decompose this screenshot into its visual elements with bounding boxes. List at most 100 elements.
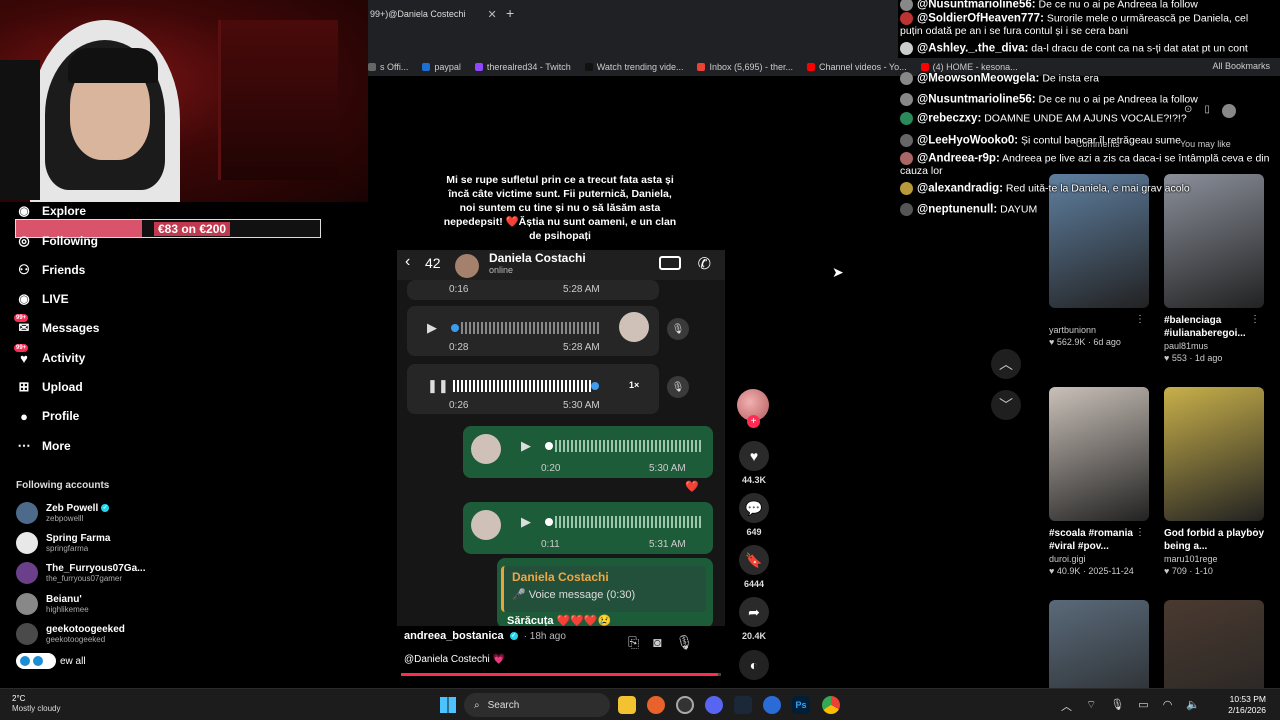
volume-icon[interactable]: 🔈	[1186, 698, 1200, 714]
following-account[interactable]: geekotoogeeked geekotoogeeked	[16, 623, 125, 645]
sidebar-item-activity[interactable]: ♥ 99+ Activity	[14, 344, 85, 366]
sidebar-item-upload[interactable]: ⊞ Upload	[16, 379, 83, 395]
video-call-icon	[659, 256, 681, 270]
microphone-icon[interactable]: 🎙	[1110, 698, 1124, 714]
clock-date: 2/16/2026	[1228, 705, 1266, 715]
address-bar[interactable]	[368, 28, 898, 58]
quoted-message: Daniela Costachi 🎤 Voice message (0:30)	[501, 566, 706, 612]
music-disc[interactable]: ◐	[737, 650, 771, 680]
suggested-video-card[interactable]: #scoala #romania #viral #pov... duroi.gig…	[1049, 387, 1149, 577]
browser-tab[interactable]: 99+)@Daniela Costechi ✕	[368, 4, 498, 24]
obs-icon[interactable]	[676, 696, 694, 714]
windows-start-icon[interactable]	[440, 697, 456, 713]
chat-message: @Ashley._.the_diva: da-l dracu de cont c…	[900, 42, 1272, 55]
following-account[interactable]: Beianu' highlikemee	[16, 593, 89, 615]
sidebar-item-following[interactable]: ◎ Following	[16, 233, 98, 249]
avatar	[16, 562, 38, 584]
chat-message: @alexandradig: Red uită-te la Daniela, e…	[900, 182, 1272, 195]
firefox-icon[interactable]	[647, 696, 665, 714]
bookmark-label: Watch trending vide...	[596, 62, 684, 72]
sidebar-item-more[interactable]: ⋯ More	[16, 438, 71, 454]
new-tab-button[interactable]: +	[506, 5, 514, 21]
close-icon[interactable]: ✕	[487, 8, 496, 21]
taskbar-search[interactable]: ⌕ Search	[464, 693, 610, 717]
captions-icon[interactable]: ⎘	[628, 634, 639, 651]
bookmark-item[interactable]: s Offi...	[368, 62, 408, 72]
sidebar-item-friends[interactable]: ⚇ Friends	[16, 262, 85, 278]
account-handle: the_furryous07gamer	[46, 574, 123, 583]
system-clock[interactable]: 10:53 PM 2/16/2026	[1228, 694, 1266, 716]
chat-username: @MeowsonMeowgela:	[917, 72, 1040, 85]
next-video-button[interactable]: ﹀	[991, 390, 1021, 420]
camera-icon[interactable]: ◙	[653, 634, 661, 651]
account-text: Spring Farma springfarma	[46, 533, 110, 553]
weather-widget[interactable]: 2°C Mostly cloudy	[12, 694, 60, 714]
volume-icon[interactable]: 🎙	[676, 634, 694, 651]
follow-plus-icon[interactable]: +	[747, 415, 760, 428]
chat-text: Și contul bancar îl retrăgeau sume	[1021, 134, 1181, 147]
app-icon[interactable]	[763, 696, 781, 714]
following-account[interactable]: The_Furryous07Ga... the_furryous07gamer	[16, 562, 145, 584]
photoshop-icon[interactable]: Ps	[792, 696, 810, 714]
chrome-icon[interactable]	[822, 696, 840, 714]
more-options-icon[interactable]: ⋮	[1250, 314, 1260, 325]
following-account[interactable]: Zeb Powell ✓ zebpowelll	[16, 502, 110, 524]
bookmark-item[interactable]: Channel videos - Yo...	[807, 62, 907, 72]
sidebar-item-live[interactable]: ◉ LIVE	[16, 291, 68, 307]
chat-username: @LeeHyoWooko0:	[917, 134, 1019, 147]
chevron-up-icon[interactable]: ︿	[1061, 698, 1072, 714]
more-options-icon[interactable]: ⋮	[1135, 527, 1145, 538]
file-explorer-icon[interactable]	[618, 696, 636, 714]
comment-action[interactable]: 💬 649	[737, 493, 771, 537]
bookmark-label: s Offi...	[380, 62, 409, 72]
video-progress-bar[interactable]	[401, 673, 721, 676]
suggested-video-card[interactable]: yartbunionn ♥ 562.9K · 6d ago ⋮	[1049, 174, 1149, 348]
video-author[interactable]: andreea_bostanica	[404, 630, 504, 642]
chat-username: @SoldierOfHeaven777:	[917, 12, 1044, 25]
more-options-icon[interactable]: ⋮	[1135, 314, 1145, 325]
avatar	[16, 502, 38, 524]
video-author-row[interactable]: andreea_bostanica ✓ · 18h ago	[404, 630, 566, 642]
discord-icon[interactable]	[705, 696, 723, 714]
all-bookmarks-button[interactable]: All Bookmarks	[1212, 61, 1270, 71]
chat-username: @Andreea-r9p:	[917, 152, 1000, 165]
reply-message: Daniela Costachi 🎤 Voice message (0:30) …	[497, 558, 713, 626]
sidebar-item-label: Explore	[42, 204, 87, 218]
network-icon[interactable]: ⌔	[1086, 698, 1096, 714]
chat-username: @alexandradig:	[917, 182, 1003, 195]
account-name: Zeb Powell ✓	[46, 503, 110, 514]
avatar	[455, 254, 479, 278]
display-icon[interactable]: ▭	[1138, 698, 1148, 714]
bookmark-item[interactable]: therealred34 - Twitch	[474, 62, 571, 72]
bookmark-action[interactable]: 🔖 6444	[737, 545, 771, 589]
more-options-icon[interactable]: ⋮	[1250, 527, 1260, 538]
following-account[interactable]: Spring Farma springfarma	[16, 532, 110, 554]
live-icon: ◉	[18, 291, 30, 306]
video-thumbnail[interactable]	[1049, 387, 1149, 521]
sidebar-item-label: Messages	[42, 321, 100, 335]
video-player[interactable]: ‹ 42 Daniela Costachi online ✆ 0:16 5:28…	[397, 250, 725, 626]
wifi-icon[interactable]: ◠	[1163, 698, 1173, 714]
sidebar-item-explore[interactable]: ◉ Explore	[16, 203, 86, 219]
share-action[interactable]: ➦ 20.4K	[737, 597, 771, 641]
steam-icon[interactable]	[734, 696, 752, 714]
bookmark-item[interactable]: (4) HOME - kesona...	[920, 62, 1018, 72]
suggested-video-card[interactable]: God forbid a playboy being a... maru101re…	[1164, 387, 1264, 577]
bookmark-favicon-icon	[807, 63, 816, 71]
weather-temperature: 2°C	[12, 694, 26, 703]
microphone-icon: 🎙	[667, 376, 689, 398]
chat-username: @Ashley._.the_diva:	[917, 42, 1029, 55]
bookmark-item[interactable]: Inbox (5,695) - ther...	[697, 62, 793, 72]
bookmark-item[interactable]: Watch trending vide...	[584, 62, 684, 72]
bookmark-favicon-icon	[584, 63, 593, 71]
profile-icon: ●	[20, 408, 28, 424]
heart-action[interactable]: ♥ 44.3K	[737, 441, 771, 485]
chat-text: da-l dracu de cont ca na s-ți dat atat p…	[1031, 42, 1248, 55]
previous-video-button[interactable]: ︿	[991, 349, 1021, 379]
see-all-link[interactable]: ew all	[16, 653, 86, 669]
account-handle: zebpowelll	[46, 514, 84, 523]
sidebar-item-profile[interactable]: ● Profile	[16, 408, 79, 424]
sidebar-item-messages[interactable]: ✉ 99+ Messages	[14, 314, 100, 336]
video-thumbnail[interactable]	[1164, 387, 1264, 521]
bookmark-item[interactable]: paypal	[422, 62, 461, 72]
